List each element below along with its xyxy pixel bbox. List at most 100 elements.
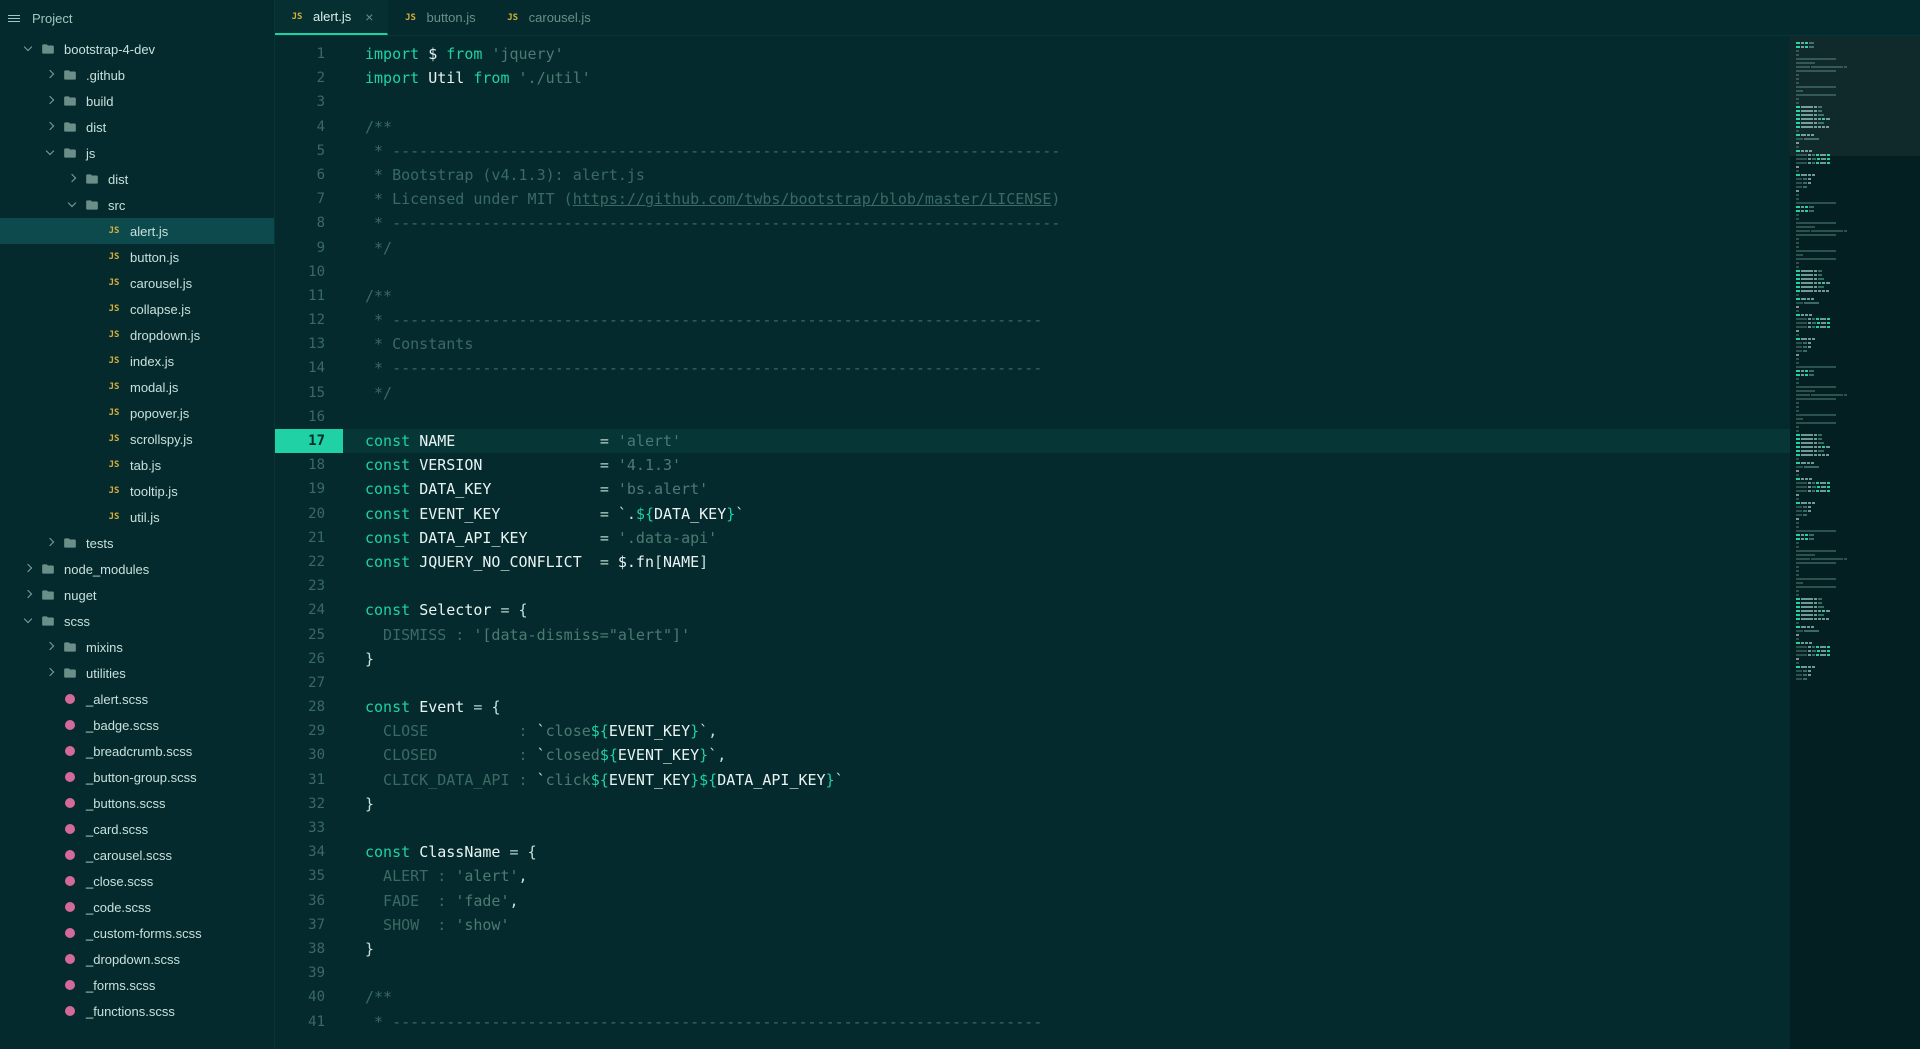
tree-file[interactable]: JSindex.js — [0, 348, 274, 374]
code-line[interactable]: } — [343, 647, 1920, 671]
hamburger-icon[interactable] — [8, 10, 24, 26]
tree-folder[interactable]: node_modules — [0, 556, 274, 582]
line-number[interactable]: 7 — [275, 187, 325, 211]
code-line[interactable]: * --------------------------------------… — [343, 308, 1920, 332]
tree-folder[interactable]: nuget — [0, 582, 274, 608]
code-line[interactable]: */ — [343, 236, 1920, 260]
code-line[interactable] — [343, 574, 1920, 598]
tree-folder[interactable]: tests — [0, 530, 274, 556]
tree-folder[interactable]: js — [0, 140, 274, 166]
tree-file[interactable]: JSbutton.js — [0, 244, 274, 270]
tree-folder[interactable]: mixins — [0, 634, 274, 660]
tab[interactable]: JSbutton.js — [388, 0, 490, 35]
code-line[interactable] — [343, 961, 1920, 985]
line-number[interactable]: 33 — [275, 816, 325, 840]
tree-folder[interactable]: src — [0, 192, 274, 218]
code-line[interactable]: * Constants — [343, 332, 1920, 356]
line-number[interactable]: 35 — [275, 864, 325, 888]
tree-folder[interactable]: .github — [0, 62, 274, 88]
tree-file[interactable]: _carousel.scss — [0, 842, 274, 868]
line-number[interactable]: 31 — [275, 768, 325, 792]
line-number[interactable]: 41 — [275, 1010, 325, 1034]
tree-file[interactable]: _badge.scss — [0, 712, 274, 738]
tree-folder[interactable]: scss — [0, 608, 274, 634]
line-number[interactable]: 21 — [275, 526, 325, 550]
line-number[interactable]: 11 — [275, 284, 325, 308]
tree-file[interactable]: _buttons.scss — [0, 790, 274, 816]
tree-folder[interactable]: build — [0, 88, 274, 114]
tree-folder[interactable]: dist — [0, 114, 274, 140]
line-number[interactable]: 23 — [275, 574, 325, 598]
tree-file[interactable]: JStab.js — [0, 452, 274, 478]
line-number[interactable]: 4 — [275, 115, 325, 139]
tab[interactable]: JScarousel.js — [491, 0, 606, 35]
sidebar-header[interactable]: Project — [0, 0, 274, 36]
line-number[interactable]: 30 — [275, 743, 325, 767]
line-number[interactable]: 34 — [275, 840, 325, 864]
tree-file[interactable]: JScollapse.js — [0, 296, 274, 322]
tree-file[interactable]: JScarousel.js — [0, 270, 274, 296]
tree-file[interactable]: JSpopover.js — [0, 400, 274, 426]
line-number[interactable]: 6 — [275, 163, 325, 187]
code-line[interactable]: import $ from 'jquery' — [343, 42, 1920, 66]
line-number[interactable]: 39 — [275, 961, 325, 985]
line-number[interactable]: 14 — [275, 356, 325, 380]
tree-file[interactable]: JSdropdown.js — [0, 322, 274, 348]
line-number[interactable]: 12 — [275, 308, 325, 332]
tree-file[interactable]: _forms.scss — [0, 972, 274, 998]
code-line[interactable]: const ClassName = { — [343, 840, 1920, 864]
code-line[interactable]: } — [343, 937, 1920, 961]
line-number[interactable]: 26 — [275, 647, 325, 671]
line-number[interactable]: 8 — [275, 211, 325, 235]
code-line[interactable] — [343, 90, 1920, 114]
code-line[interactable] — [343, 260, 1920, 284]
line-number[interactable]: 15 — [275, 381, 325, 405]
code-line[interactable]: CLOSED : `closed${EVENT_KEY}`, — [343, 743, 1920, 767]
code-line[interactable]: } — [343, 792, 1920, 816]
tree-file[interactable]: _functions.scss — [0, 998, 274, 1024]
code-line[interactable] — [343, 671, 1920, 695]
tree-file[interactable]: JSscrollspy.js — [0, 426, 274, 452]
line-number[interactable]: 17 — [275, 429, 343, 453]
tree-file[interactable]: _card.scss — [0, 816, 274, 842]
line-number[interactable]: 37 — [275, 913, 325, 937]
close-icon[interactable]: × — [365, 9, 373, 25]
tree-file[interactable]: _close.scss — [0, 868, 274, 894]
line-number[interactable]: 32 — [275, 792, 325, 816]
code-line[interactable]: import Util from './util' — [343, 66, 1920, 90]
code-line[interactable]: /** — [343, 985, 1920, 1009]
line-number[interactable]: 20 — [275, 502, 325, 526]
tree-file[interactable]: JSutil.js — [0, 504, 274, 530]
code-line[interactable]: /** — [343, 115, 1920, 139]
file-tree[interactable]: bootstrap-4-dev.githubbuilddistjsdistsrc… — [0, 36, 274, 1049]
line-number[interactable]: 13 — [275, 332, 325, 356]
code-line[interactable] — [343, 816, 1920, 840]
line-number[interactable]: 38 — [275, 937, 325, 961]
code-line[interactable]: const DATA_API_KEY = '.data-api' — [343, 526, 1920, 550]
tree-folder[interactable]: utilities — [0, 660, 274, 686]
code-line[interactable]: * --------------------------------------… — [343, 211, 1920, 235]
minimap-viewport[interactable] — [1790, 36, 1920, 156]
line-number[interactable]: 5 — [275, 139, 325, 163]
tree-folder[interactable]: dist — [0, 166, 274, 192]
line-number[interactable]: 16 — [275, 405, 325, 429]
code-line[interactable]: CLICK_DATA_API : `click${EVENT_KEY}${DAT… — [343, 768, 1920, 792]
code-line[interactable]: const DATA_KEY = 'bs.alert' — [343, 477, 1920, 501]
code-area[interactable]: import $ from 'jquery'import Util from '… — [343, 36, 1920, 1049]
tree-file[interactable]: _code.scss — [0, 894, 274, 920]
line-number[interactable]: 18 — [275, 453, 325, 477]
tree-file[interactable]: _custom-forms.scss — [0, 920, 274, 946]
code-line[interactable]: SHOW : 'show' — [343, 913, 1920, 937]
code-line[interactable]: const Event = { — [343, 695, 1920, 719]
line-number[interactable]: 24 — [275, 598, 325, 622]
line-number[interactable]: 9 — [275, 236, 325, 260]
tree-file[interactable]: _dropdown.scss — [0, 946, 274, 972]
code-line[interactable]: const NAME = 'alert' — [343, 429, 1920, 453]
code-line[interactable]: FADE : 'fade', — [343, 889, 1920, 913]
code-line[interactable]: * Licensed under MIT (https://github.com… — [343, 187, 1920, 211]
tree-file[interactable]: _breadcrumb.scss — [0, 738, 274, 764]
line-number[interactable]: 22 — [275, 550, 325, 574]
code-line[interactable]: * --------------------------------------… — [343, 356, 1920, 380]
code-line[interactable]: */ — [343, 381, 1920, 405]
code-line[interactable]: * --------------------------------------… — [343, 139, 1920, 163]
